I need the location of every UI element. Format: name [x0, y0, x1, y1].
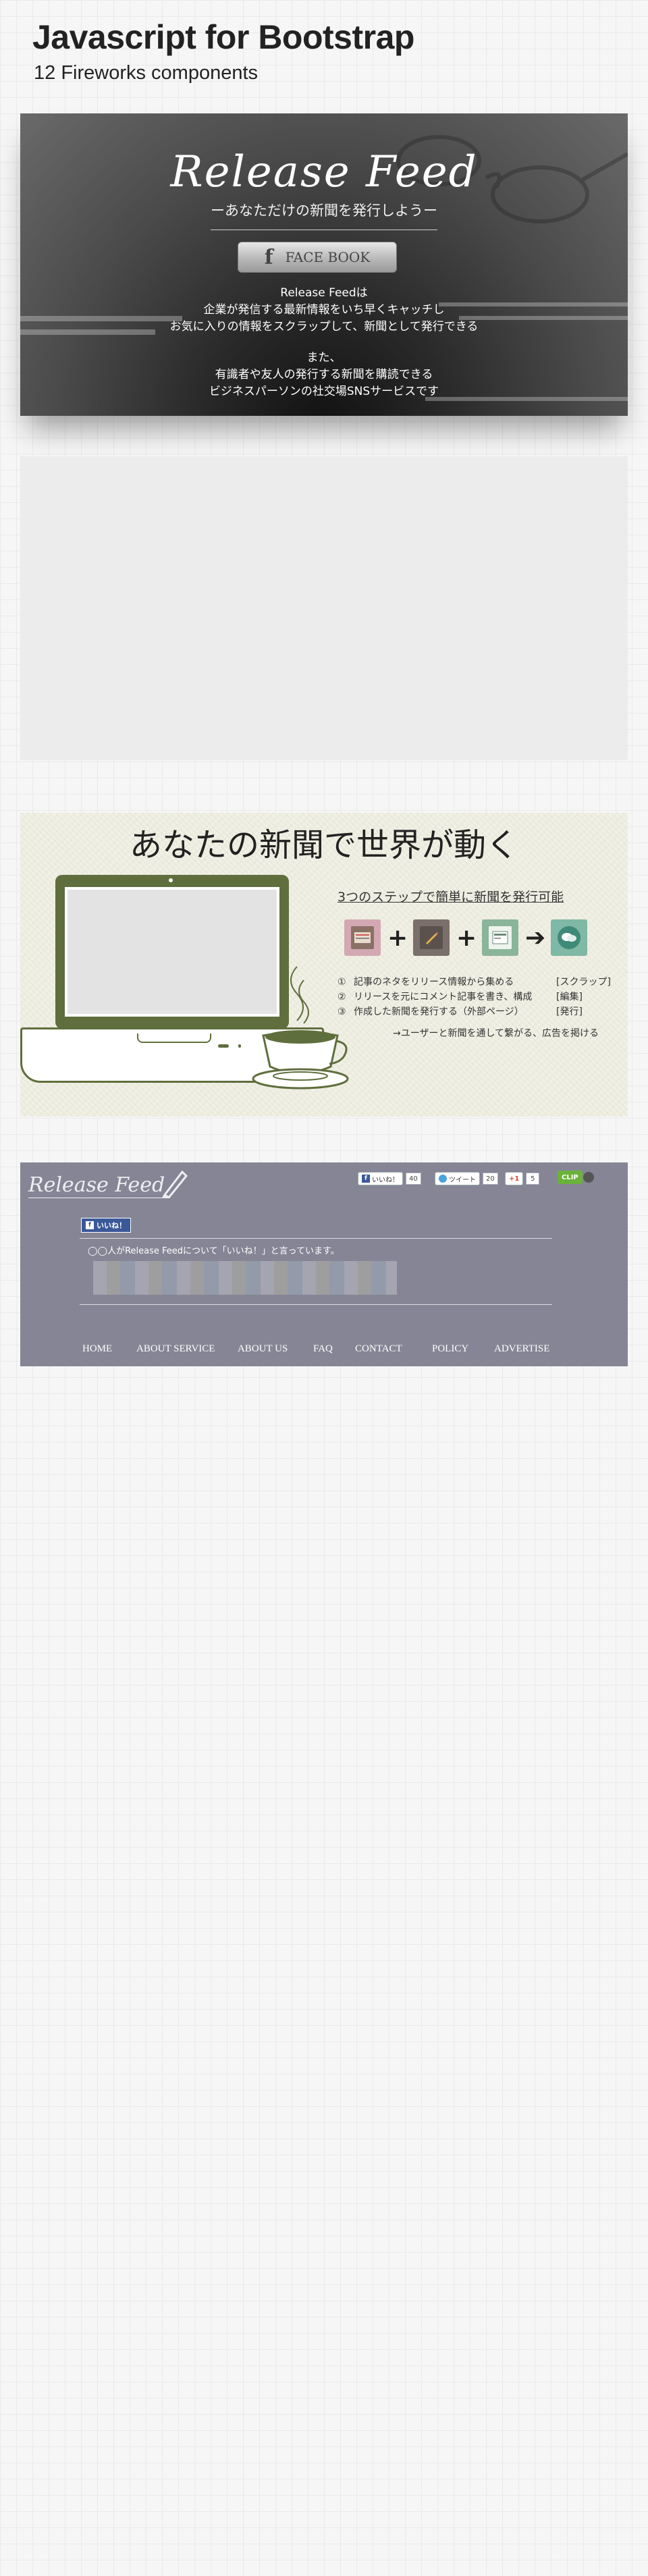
- hero-text-line: お気に入りの情報をスクラップして、新聞として発行できる: [169, 320, 479, 333]
- steps-title: 3つのステップで簡単に新聞を発行可能: [338, 890, 564, 905]
- footer-nav-contact[interactable]: CONTACT: [355, 1343, 402, 1355]
- clip-button[interactable]: CLIP: [558, 1171, 583, 1184]
- plus-icon: +: [387, 923, 408, 952]
- footer-nav-faq[interactable]: FAQ: [313, 1343, 333, 1355]
- site-footer: Release Feed f いいね！ 40 ツイート 20 +1 5 CLIP…: [20, 1162, 628, 1366]
- google-plus-share[interactable]: +1 5: [505, 1172, 540, 1185]
- step-number: ①: [338, 977, 346, 988]
- google-plus-button[interactable]: +1: [505, 1172, 524, 1185]
- footer-nav-advertise[interactable]: ADVERTISE: [494, 1343, 549, 1355]
- footer-logo[interactable]: Release Feed: [28, 1173, 165, 1197]
- hero-text-line: 有識者や友人の発行する新聞を購読できる: [215, 368, 433, 381]
- facebook-button-label: FACE BOOK: [285, 249, 371, 265]
- facebook-icon: f: [86, 1221, 94, 1229]
- document-icon: [489, 926, 512, 949]
- likebox-divider: [80, 1238, 552, 1239]
- hero-banner: Release Feed ーあなただけの新聞を発行しようー f FACE BOO…: [20, 113, 628, 416]
- facebook-like-count: 40: [406, 1173, 421, 1185]
- step-scrap-icon-box: [344, 919, 381, 956]
- step-connect-icon-box: [551, 919, 587, 956]
- google-plus-count: 5: [526, 1173, 540, 1185]
- footer-nav-about-service[interactable]: ABOUT SERVICE: [136, 1343, 215, 1355]
- laptop-camera: [169, 878, 173, 882]
- twitter-bird-icon: [439, 1175, 447, 1183]
- hero-text-line: 企業が発信する最新情報をいち早くキャッチし: [203, 303, 445, 317]
- hero-text-line: Release Feedは: [280, 286, 368, 300]
- speech-bubbles-icon: [558, 926, 580, 949]
- coffee-cup-icon: [252, 966, 349, 1090]
- list-item: ③ 作成した新聞を発行する（外部ページ） [発行]: [338, 1004, 611, 1019]
- laptop-trackpad: [137, 1034, 211, 1043]
- pencil-icon: [162, 1170, 188, 1198]
- feature-heading: あなたの新聞で世界が動く: [129, 826, 518, 864]
- hero-text-line: ビジネスパーソンの社交場SNSサービスです: [209, 385, 439, 398]
- footer-nav-home[interactable]: HOME: [82, 1343, 112, 1355]
- step-publish-icon-box: [482, 919, 518, 956]
- tweet-label: ツイート: [449, 1176, 476, 1184]
- image-placeholder: [20, 456, 628, 760]
- steps-row: + + ➔: [344, 919, 587, 956]
- likebox-divider: [80, 1304, 552, 1305]
- facebook-icon: f: [264, 245, 273, 269]
- step-number: ②: [338, 992, 346, 1002]
- steps-note: →ユーザーと新聞を通して繋がる、広告を掲ける: [393, 1028, 599, 1039]
- newspaper-icon: [351, 926, 374, 949]
- facebook-like-label: いいね！: [372, 1176, 399, 1184]
- footer-nav-policy[interactable]: POLICY: [432, 1343, 468, 1355]
- google-plus-label: +1: [509, 1175, 520, 1183]
- page-title: Javascript for Bootstrap: [32, 18, 414, 56]
- list-item: ① 記事のネタをリリース情報から集める [スクラップ]: [338, 975, 611, 990]
- laptop-indicator: [218, 1044, 229, 1048]
- hero-text-line: また、: [306, 351, 342, 365]
- step-tag: [スクラップ]: [556, 977, 611, 988]
- step-text: 作成した新聞を発行する（外部ページ）: [354, 1007, 524, 1017]
- steps-list: ① 記事のネタをリリース情報から集める [スクラップ] ② リリースを元にコメン…: [338, 975, 611, 1019]
- footer-nav-about-us[interactable]: ABOUT US: [238, 1343, 288, 1355]
- likebox-text: ◯◯人がRelease Feedについて「いいね！」と言っています。: [88, 1246, 340, 1256]
- tweet-button[interactable]: ツイート: [435, 1172, 480, 1185]
- twitter-share[interactable]: ツイート 20: [435, 1172, 498, 1185]
- step-tag: [発行]: [556, 1007, 583, 1017]
- feature-section: あなたの新聞で世界が動く 3つのステップで簡単に新聞を発行可能 + + ➔ ① …: [20, 813, 628, 1117]
- step-tag: [編集]: [556, 992, 583, 1002]
- step-text: 記事のネタをリリース情報から集める: [354, 977, 514, 988]
- facebook-login-button[interactable]: f FACE BOOK: [238, 242, 397, 273]
- page-subtitle: 12 Fireworks components: [34, 62, 259, 84]
- hero-tagline: ーあなただけの新聞を発行しようー: [211, 203, 437, 219]
- likebox-faces: [93, 1261, 397, 1295]
- tweet-count: 20: [483, 1173, 498, 1185]
- step-edit-icon-box: [413, 919, 450, 956]
- list-item: ② リリースを元にコメント記事を書き、構成 [編集]: [338, 990, 611, 1004]
- facebook-like-button[interactable]: f いいね！: [358, 1172, 403, 1185]
- arrow-right-icon: ➔: [525, 923, 546, 952]
- step-number: ③: [338, 1007, 346, 1017]
- likebox-label: いいね！: [97, 1221, 126, 1230]
- plus-icon: +: [456, 923, 477, 952]
- step-text: リリースを元にコメント記事を書き、構成: [354, 992, 533, 1002]
- facebook-icon: f: [362, 1175, 370, 1183]
- hero-logo: Release Feed: [170, 147, 478, 197]
- pencil-icon: [420, 926, 443, 949]
- facebook-likebox-button[interactable]: f いいね！: [81, 1218, 131, 1233]
- clip-icon: [583, 1172, 594, 1183]
- laptop-indicator: [238, 1044, 241, 1048]
- laptop-display: [65, 887, 279, 1017]
- footer-nav: HOME ABOUT SERVICE ABOUT US FAQ CONTACT …: [20, 1343, 628, 1360]
- facebook-like-share[interactable]: f いいね！ 40: [358, 1172, 421, 1185]
